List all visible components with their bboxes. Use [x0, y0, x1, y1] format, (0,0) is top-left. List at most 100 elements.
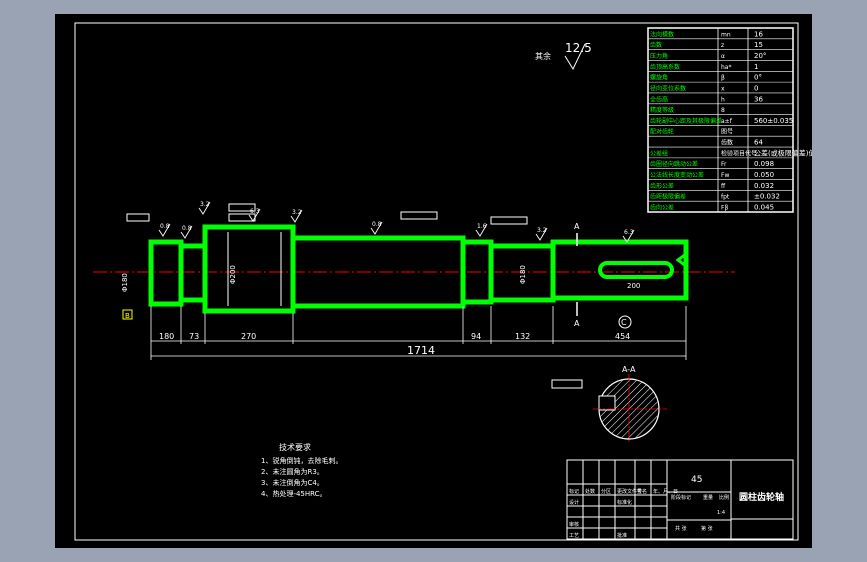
- param-symbol: Fw: [721, 172, 729, 179]
- param-value: 0.045: [754, 204, 774, 212]
- diameter-label-2: Φ200: [229, 265, 237, 284]
- param-value: 36: [754, 95, 763, 103]
- title-block-cell: 批准: [617, 532, 627, 539]
- shaft-segment-gear: [202, 224, 296, 314]
- param-label: 公法线长度变动公差: [650, 171, 704, 179]
- title-block-sheet: 第 张: [701, 525, 713, 532]
- param-symbol: x: [721, 85, 725, 92]
- param-label: 齿顶高系数: [650, 63, 680, 71]
- section-view-label: A-A: [622, 365, 636, 374]
- param-value: 公差(或极限偏差)值: [754, 148, 812, 157]
- section-view: A-A: [593, 365, 667, 444]
- param-label: 全齿高: [650, 95, 668, 103]
- param-label: 精度等级: [650, 106, 674, 114]
- segment-dim-6: 454: [615, 332, 630, 341]
- param-label: 齿轮副中心距及其极限偏差: [650, 117, 722, 125]
- keyway-slot: [598, 261, 674, 279]
- roughness-value: 0.8: [182, 225, 192, 232]
- param-value: 0.098: [754, 160, 774, 168]
- cad-drawing: 法向模数 mn 16 齿数 z 15 压力角 α 20° 齿顶高系数 ha* 1 螺旋角 β 0° 径向变位系…: [74, 22, 815, 541]
- roughness-value: 3.2: [292, 209, 302, 216]
- title-block-cell: 工艺: [569, 533, 579, 539]
- param-symbol: mn: [721, 31, 731, 38]
- title-block-cell: 年、月、日: [653, 488, 678, 495]
- title-block-stage: 比例: [719, 494, 729, 501]
- param-value: 16: [754, 30, 763, 38]
- gear-params-table: 法向模数 mn 16 齿数 z 15 压力角 α 20° 齿顶高系数 ha* 1 螺旋角 β 0° 径向变位系…: [647, 27, 815, 213]
- param-label: 齿向公差: [650, 204, 674, 212]
- tech-requirements: 技术要求 1、锐角倒钝，去除毛刺。 2、未注圆角为R3。 3、未注倒角为C4。 …: [261, 442, 342, 498]
- param-value: 15: [754, 41, 763, 49]
- roughness-other-value: 12.5: [565, 41, 592, 55]
- roughness-value: 3.2: [200, 201, 210, 208]
- param-value: 0.050: [754, 171, 774, 179]
- overall-length-dim: 1714: [407, 344, 435, 357]
- param-value: 560±0.035: [754, 117, 793, 125]
- param-symbol: Fr: [721, 161, 727, 168]
- param-symbol: z: [721, 42, 724, 49]
- title-block-ratio: 1:4: [717, 510, 725, 516]
- param-value: 20°: [754, 52, 766, 60]
- param-label: 螺旋角: [650, 74, 668, 82]
- param-value: 0: [754, 84, 758, 92]
- param-value: 0.032: [754, 182, 774, 190]
- roughness-value: 3.2: [537, 227, 547, 234]
- param-label: 齿圈径向跳动公差: [650, 160, 698, 168]
- material-text: 45: [691, 475, 702, 485]
- segment-dim-5: 132: [515, 332, 530, 341]
- shaft-segment-journal-left: [148, 239, 184, 307]
- section-marker-bottom: A: [574, 319, 580, 328]
- param-symbol: 图号: [721, 129, 733, 136]
- param-label: 配对齿轮: [650, 128, 674, 136]
- drawing-frame: 法向模数 mn 16 齿数 z 15 压力角 α 20° 齿顶高系数 ha* 1 螺旋角 β 0° 径向变位系…: [55, 14, 815, 548]
- segment-dim-2: 73: [189, 332, 199, 341]
- param-symbol: ha*: [721, 64, 731, 71]
- shaft-segment-output: [550, 239, 689, 301]
- title-block-stage: 重量: [703, 494, 713, 501]
- tolerance-frames: [126, 203, 583, 389]
- param-value: ±0.032: [754, 193, 780, 201]
- segment-dim-3: 270: [241, 332, 256, 341]
- tech-requirement-item: 1、锐角倒钝，去除毛刺。: [261, 456, 342, 465]
- title-block-cell: 分区: [601, 488, 611, 495]
- shaft-segment-collar: [178, 243, 208, 303]
- param-label: 径向变位系数: [650, 84, 686, 92]
- param-label: 法向模数: [650, 30, 674, 38]
- title-block-cell: 处数: [585, 488, 595, 495]
- title-block-cell: 审核: [569, 521, 579, 528]
- param-symbol: fpt: [721, 194, 730, 201]
- tech-requirements-heading: 技术要求: [279, 442, 311, 452]
- key-width-dim: 200: [627, 282, 640, 290]
- tech-requirement-item: 3、未注倒角为C4。: [261, 478, 324, 487]
- title-block-cell: 设计: [569, 499, 579, 506]
- param-value: 1: [754, 63, 758, 71]
- param-symbol: α: [721, 53, 725, 60]
- roughness-value: 1.6: [477, 223, 487, 230]
- param-label: 压力角: [650, 52, 668, 60]
- title-block-cell: 标准化: [617, 499, 632, 506]
- tech-requirement-item: 2、未注圆角为R3。: [261, 467, 324, 476]
- param-label: 齿数: [650, 41, 662, 49]
- param-symbol: a±f: [721, 118, 733, 125]
- roughness-value: 0.8: [372, 221, 382, 228]
- param-label: 公差组: [650, 149, 668, 157]
- diameter-label-1: Φ180: [121, 273, 129, 292]
- drawing-title: 圆柱齿轮轴: [739, 491, 784, 503]
- title-block-cell: 签名: [637, 488, 647, 495]
- roughness-other-label: 其余: [535, 51, 551, 61]
- param-symbol: Fβ: [721, 205, 728, 212]
- param-value: 64: [754, 139, 763, 147]
- param-symbol: 8: [721, 107, 725, 114]
- roughness-value: 6.3: [624, 229, 634, 236]
- segment-dim-1: 180: [159, 332, 174, 341]
- datum-circle-label: C: [621, 318, 627, 327]
- param-symbol: β: [721, 75, 725, 82]
- section-keyway: [598, 395, 616, 411]
- param-label: 齿距极限偏差: [650, 193, 686, 201]
- segment-dim-4: 94: [471, 332, 481, 341]
- datum-box-label: B: [125, 312, 130, 320]
- diameter-label-3: Φ180: [519, 265, 527, 284]
- tech-requirement-item: 4、热处理-45HRC。: [261, 489, 327, 498]
- param-label: 齿形公差: [650, 182, 674, 190]
- param-value: 0°: [754, 74, 762, 82]
